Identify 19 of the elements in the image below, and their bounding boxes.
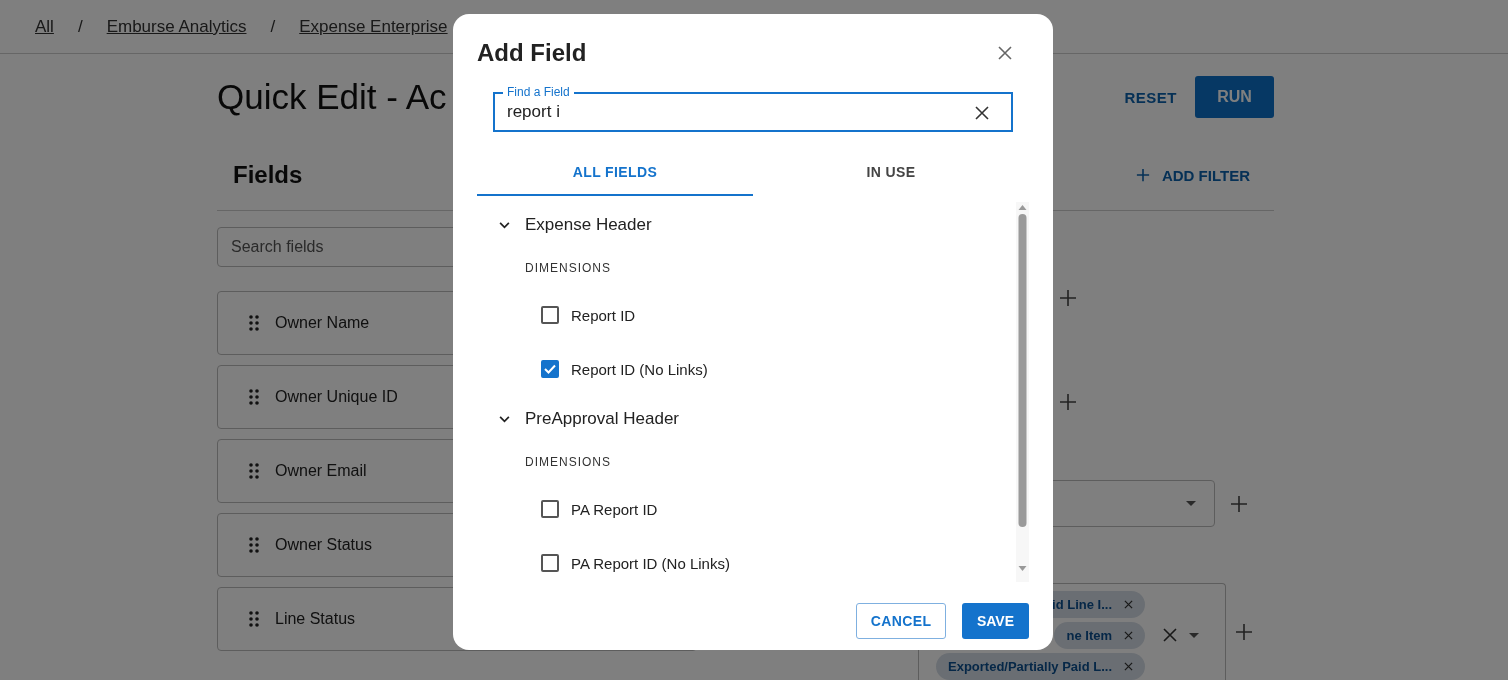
page-title: Quick Edit - Ac xyxy=(217,77,447,117)
field-name: Line Status xyxy=(275,610,356,628)
breadcrumb-separator: / xyxy=(77,16,83,37)
tag-label: id Line I... xyxy=(1052,596,1112,612)
tag-label: Exported/Partially Paid L... xyxy=(948,658,1112,674)
field-option-label: Report ID (No Links) xyxy=(571,360,708,378)
field-name: Owner Email xyxy=(275,462,367,480)
field-option-label: PA Report ID xyxy=(571,500,658,518)
field-label: Find a Field xyxy=(503,85,574,99)
fields-heading: Fields xyxy=(233,161,303,189)
field-option-label: PA Report ID (No Links) xyxy=(571,554,730,572)
field-name: Owner Name xyxy=(275,314,370,332)
field-name: Owner Unique ID xyxy=(275,388,398,406)
tag-label: ne Item xyxy=(1066,627,1112,643)
breadcrumb-separator: / xyxy=(270,16,276,37)
field-name: Owner Status xyxy=(275,536,372,554)
dialog-title: Add Field xyxy=(477,39,587,67)
section-heading: DIMENSIONS xyxy=(524,454,612,471)
field-option-label: Report ID xyxy=(571,306,636,324)
